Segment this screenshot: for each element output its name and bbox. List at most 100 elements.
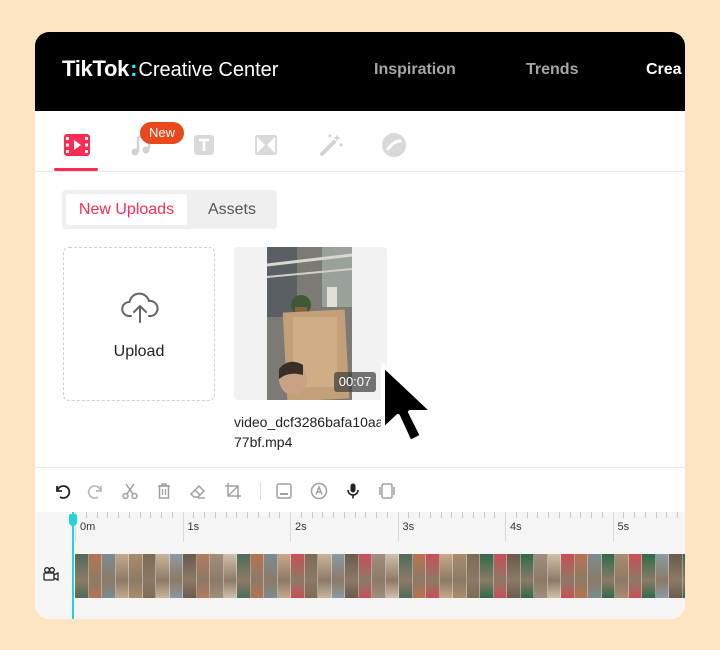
ruler-minor-tick <box>365 512 367 518</box>
ruler-minor-tick <box>451 512 453 518</box>
text-icon[interactable] <box>189 131 219 159</box>
ruler-minor-tick <box>333 512 334 518</box>
filmstrip-frame <box>642 554 656 598</box>
video-icon[interactable] <box>62 131 92 159</box>
redo-icon[interactable] <box>86 481 106 501</box>
filmstrip-frame <box>115 554 129 598</box>
filmstrip-frame <box>547 554 561 598</box>
playhead[interactable] <box>72 512 74 619</box>
ruler-minor-tick <box>526 512 528 518</box>
ruler-minor-tick <box>655 512 657 518</box>
sticker-icon[interactable] <box>379 131 409 159</box>
ruler-minor-tick <box>558 512 560 518</box>
ruler-minor-tick <box>472 512 474 518</box>
ruler-minor-tick <box>171 512 173 518</box>
video-duration-badge: 00:07 <box>334 372 376 392</box>
tab-new-uploads[interactable]: New Uploads <box>66 194 187 225</box>
filmstrip-frame <box>156 554 170 598</box>
top-nav-bar: TikTok:Creative Center Inspiration Trend… <box>35 32 685 111</box>
fit-icon[interactable] <box>377 481 397 501</box>
new-badge: New <box>140 122 184 144</box>
ruler-minor-tick <box>548 512 549 518</box>
filmstrip-frame <box>588 554 602 598</box>
subtitle-icon[interactable] <box>274 481 294 501</box>
ruler-minor-tick <box>376 512 377 518</box>
filmstrip-frame <box>372 554 386 598</box>
ruler-tick-label: 5s <box>617 521 630 533</box>
crop-icon[interactable] <box>223 481 243 501</box>
ruler-major-tick <box>397 512 399 542</box>
ruler-minor-tick <box>85 512 87 518</box>
filmstrip-frame <box>169 554 183 598</box>
ruler-major-tick <box>182 512 184 542</box>
tiktok-creative-center-logo[interactable]: TikTok:Creative Center <box>62 56 278 82</box>
ruler-minor-tick <box>429 512 431 518</box>
nav-inspiration[interactable]: Inspiration <box>374 61 456 79</box>
ruler-minor-tick <box>354 512 356 518</box>
ruler-minor-tick <box>139 512 141 518</box>
editor-divider <box>35 467 685 468</box>
filmstrip-frame <box>439 554 453 598</box>
filmstrip-frame <box>331 554 345 598</box>
filmstrip-frame <box>426 554 440 598</box>
trash-icon[interactable] <box>154 481 174 501</box>
ruler-minor-tick <box>440 512 442 518</box>
filmstrip-frame <box>237 554 251 598</box>
video-track-filmstrip[interactable] <box>75 554 685 598</box>
timeline-ruler: 0m 1s 2s 3s 4s 5s <box>35 512 685 542</box>
filmstrip-frame <box>412 554 426 598</box>
ruler-minor-tick <box>257 512 259 518</box>
filmstrip-frame <box>628 554 642 598</box>
ruler-minor-tick <box>408 512 410 518</box>
ruler-minor-tick <box>483 512 485 518</box>
ruler-minor-tick <box>462 512 463 518</box>
ruler-tick-label: 0m <box>80 521 96 533</box>
ruler-minor-tick <box>419 512 420 518</box>
ruler-minor-tick <box>494 512 496 518</box>
ruler-major-tick <box>290 512 291 542</box>
filmstrip-frame <box>129 554 143 598</box>
ruler-minor-tick <box>225 512 227 518</box>
nav-creative[interactable]: Crea <box>646 61 682 79</box>
filmstrip-frame <box>655 554 669 598</box>
ruler-minor-tick <box>537 512 539 518</box>
ruler-major-tick <box>505 512 506 542</box>
auto-caption-icon[interactable] <box>309 481 329 501</box>
filmstrip-frame <box>304 554 318 598</box>
transition-icon[interactable] <box>251 131 281 159</box>
timeline[interactable]: 0m 1s 2s 3s 4s 5s <box>35 512 685 619</box>
app-window: TikTok:Creative Center Inspiration Trend… <box>35 32 685 619</box>
scissors-icon[interactable] <box>120 481 140 501</box>
ruler-minor-tick <box>118 512 119 518</box>
ruler-minor-tick <box>601 512 603 518</box>
ruler-minor-tick <box>107 512 109 518</box>
microphone-icon[interactable] <box>343 481 363 501</box>
ruler-minor-tick <box>311 512 313 518</box>
magic-wand-icon[interactable] <box>316 131 346 159</box>
eraser-icon[interactable] <box>188 481 208 501</box>
filmstrip-frame <box>210 554 224 598</box>
cloud-upload-icon <box>121 292 159 329</box>
filmstrip-frame <box>520 554 534 598</box>
ruler-minor-tick <box>386 512 388 518</box>
filmstrip-frame <box>358 554 372 598</box>
ruler-minor-tick <box>300 512 302 518</box>
filmstrip-frame <box>75 554 89 598</box>
ruler-minor-tick <box>193 512 195 518</box>
ruler-minor-tick <box>161 512 162 518</box>
ruler-minor-tick <box>268 512 270 518</box>
ruler-minor-tick <box>247 512 248 518</box>
filmstrip-frame <box>574 554 588 598</box>
playhead-handle[interactable] <box>69 514 77 526</box>
nav-trends[interactable]: Trends <box>526 61 578 79</box>
filmstrip-frame <box>669 554 683 598</box>
undo-icon[interactable] <box>52 481 72 501</box>
ruler-minor-tick <box>150 512 152 518</box>
ruler-tick-label: 3s <box>402 521 415 533</box>
filmstrip-frame <box>615 554 629 598</box>
ruler-minor-tick <box>128 512 130 518</box>
video-thumbnail-card[interactable]: 00:07 <box>234 247 387 400</box>
upload-dropzone[interactable]: Upload <box>63 247 215 401</box>
ruler-minor-tick <box>644 512 646 518</box>
tab-assets[interactable]: Assets <box>190 194 274 225</box>
